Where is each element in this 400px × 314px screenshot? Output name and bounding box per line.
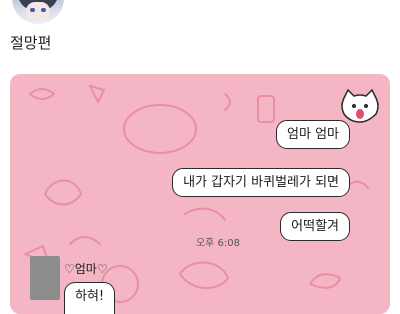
message-bubble-incoming: 하혀! [64,282,116,314]
profile-avatar[interactable] [12,0,64,24]
contact-name: ♡엄마♡ [64,262,108,276]
chat-screenshot: 엄마 엄마 내가 갑자기 바퀴벌레가 되면 어떡할겨 오후 6:08 ♡엄마♡ … [10,74,390,314]
avatar-eye-right [41,8,46,12]
message-bubble-outgoing: 엄마 엄마 [276,120,350,149]
cat-sticker-icon [338,88,382,126]
username[interactable]: 절망편 [10,32,51,53]
message-timestamp: 오후 6:08 [195,238,240,249]
message-bubble-outgoing: 내가 갑자기 바퀴벌레가 되면 [172,168,350,197]
contact-avatar [30,256,60,300]
message-bubble-outgoing: 어떡할겨 [280,212,350,241]
avatar-eye-left [30,8,35,12]
